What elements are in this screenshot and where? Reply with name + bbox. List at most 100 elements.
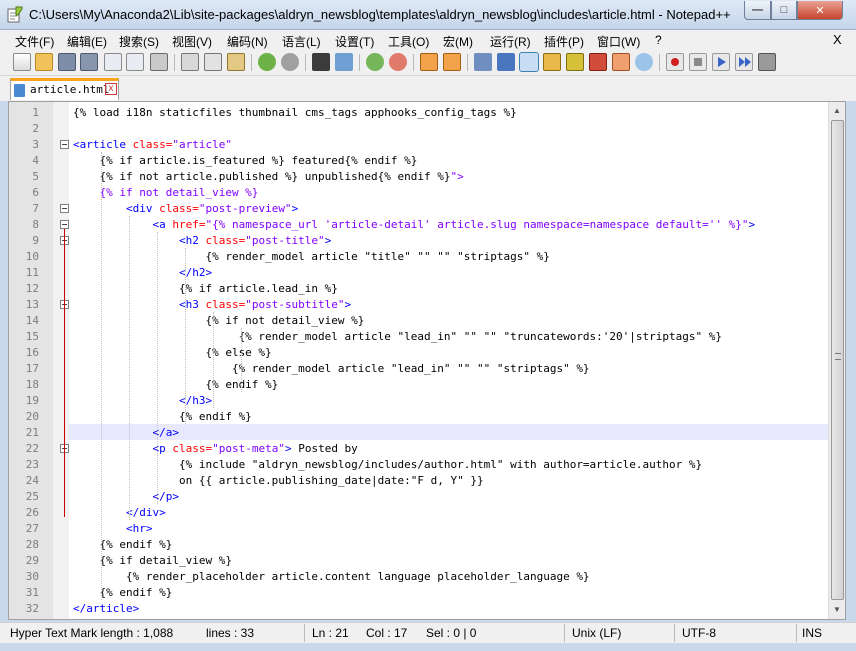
code-line[interactable]: 17 {% render_model article "lead_in" "" …	[9, 360, 845, 376]
code-line[interactable]: 18 {% endif %}	[9, 376, 845, 392]
minimize-button[interactable]: —	[744, 1, 771, 20]
scroll-up-icon[interactable]: ▲	[831, 104, 843, 118]
monitor-icon[interactable]	[635, 53, 653, 71]
line-number: 9	[32, 234, 39, 247]
code-line[interactable]: 23 {% include "aldryn_newsblog/includes/…	[9, 456, 845, 472]
code-line[interactable]: 28 {% endif %}	[9, 536, 845, 552]
line-number: 11	[25, 266, 39, 279]
vertical-scrollbar[interactable]: ▲ ▼	[828, 102, 845, 619]
indent-guide-icon[interactable]	[519, 52, 539, 72]
menu-encoding[interactable]: 编码(N)	[227, 33, 268, 50]
code-line[interactable]: 8 <a href="{% namespace_url 'article-det…	[9, 216, 845, 232]
zoom-out-icon[interactable]	[389, 53, 407, 71]
menu-edit[interactable]: 编辑(E)	[67, 33, 107, 50]
open-file-icon[interactable]	[35, 53, 53, 71]
new-file-icon[interactable]	[13, 53, 31, 71]
code-line[interactable]: 16 {% else %}	[9, 344, 845, 360]
cut-icon[interactable]	[181, 53, 199, 71]
menu-file[interactable]: 文件(F)	[15, 33, 54, 50]
code-line[interactable]: 12 {% if article.lead_in %}	[9, 280, 845, 296]
print-icon[interactable]	[150, 53, 168, 71]
code-line[interactable]: 9 <h2 class="post-title">	[9, 232, 845, 248]
code-line[interactable]: 14 {% if not detail_view %}	[9, 312, 845, 328]
status-mode[interactable]: INS	[802, 626, 822, 640]
menu-language[interactable]: 语言(L)	[282, 33, 321, 50]
close-file-icon[interactable]	[104, 53, 122, 71]
zoom-in-icon[interactable]	[366, 53, 384, 71]
code-line[interactable]: 3 <article class="article"	[9, 136, 845, 152]
tab-label: article.html	[30, 83, 110, 96]
status-encoding[interactable]: UTF-8	[682, 626, 716, 640]
line-content: {% endif %}	[73, 410, 252, 423]
sync-vertical-icon[interactable]	[420, 53, 438, 71]
code-line[interactable]: 11 </h2>	[9, 264, 845, 280]
menu-search[interactable]: 搜索(S)	[119, 33, 159, 50]
code-line[interactable]: 13 <h3 class="post-subtitle">	[9, 296, 845, 312]
code-line[interactable]: 10 {% render_model article "title" "" ""…	[9, 248, 845, 264]
menu-run[interactable]: 运行(R)	[490, 33, 531, 50]
save-all-icon[interactable]	[80, 53, 98, 71]
code-line[interactable]: 25 </p>	[9, 488, 845, 504]
replace-icon[interactable]	[335, 53, 353, 71]
user-define-lang-icon[interactable]	[543, 53, 561, 71]
code-line[interactable]: 21 </a>	[9, 424, 845, 440]
menu-plugins[interactable]: 插件(P)	[544, 33, 584, 50]
menu-help[interactable]: ?	[655, 33, 662, 47]
scroll-down-icon[interactable]: ▼	[831, 603, 843, 617]
scroll-thumb[interactable]	[831, 120, 844, 600]
code-token: <div	[73, 202, 160, 215]
menu-tools[interactable]: 工具(O)	[388, 33, 429, 50]
save-macro-icon[interactable]	[758, 53, 776, 71]
code-line[interactable]: 29 {% if detail_view %}	[9, 552, 845, 568]
menu-macro[interactable]: 宏(M)	[443, 33, 473, 50]
code-line[interactable]: 27 <hr>	[9, 520, 845, 536]
tab-close-button[interactable]: x	[105, 83, 117, 95]
sync-horizontal-icon[interactable]	[443, 53, 461, 71]
run-macro-multiple-icon[interactable]	[735, 53, 753, 71]
stop-record-icon[interactable]	[689, 53, 707, 71]
toolbar-separator	[413, 54, 414, 71]
code-line[interactable]: 31 {% endif %}	[9, 584, 845, 600]
code-line[interactable]: 22 <p class="post-meta"> Posted by	[9, 440, 845, 456]
redo-icon[interactable]	[281, 53, 299, 71]
code-line[interactable]: 19 </h3>	[9, 392, 845, 408]
code-line[interactable]: 32 </article>	[9, 600, 845, 616]
find-icon[interactable]	[312, 53, 330, 71]
paste-icon[interactable]	[227, 53, 245, 71]
save-icon[interactable]	[58, 53, 76, 71]
code-line[interactable]: 5 {% if not article.published %} unpubli…	[9, 168, 845, 184]
function-list-icon[interactable]	[589, 53, 607, 71]
copy-icon[interactable]	[204, 53, 222, 71]
show-all-chars-icon[interactable]	[497, 53, 515, 71]
play-macro-icon[interactable]	[712, 53, 730, 71]
code-token: >	[324, 234, 332, 247]
code-line[interactable]: 4 {% if article.is_featured %} featured{…	[9, 152, 845, 168]
record-macro-icon[interactable]	[666, 53, 684, 71]
code-line[interactable]: 6 {% if not detail_view %}	[9, 184, 845, 200]
menu-settings[interactable]: 设置(T)	[335, 33, 374, 50]
close-document-button[interactable]: X	[833, 32, 842, 47]
doc-map-icon[interactable]	[566, 53, 584, 71]
code-line[interactable]: 20 {% endif %}	[9, 408, 845, 424]
maximize-button[interactable]: □	[771, 1, 797, 20]
tab-article-html[interactable]: article.html x	[10, 78, 119, 100]
undo-icon[interactable]	[258, 53, 276, 71]
line-content: <div class="post-preview">	[73, 202, 298, 215]
code-line[interactable]: 26 </div>	[9, 504, 845, 520]
word-wrap-icon[interactable]	[474, 53, 492, 71]
code-line[interactable]: 24 on {{ article.publishing_date|date:"F…	[9, 472, 845, 488]
code-line[interactable]: 1 {% load i18n staticfiles thumbnail cms_…	[9, 104, 845, 120]
status-separator	[304, 624, 305, 642]
code-line[interactable]: 15 {% render_model article "lead_in" "" …	[9, 328, 845, 344]
code-line[interactable]: 2	[9, 120, 845, 136]
code-editor[interactable]: 1 {% load i18n staticfiles thumbnail cms_…	[8, 101, 846, 620]
menu-view[interactable]: 视图(V)	[172, 33, 212, 50]
line-content: <h2 class="post-title">	[73, 234, 331, 247]
code-line[interactable]: 7 <div class="post-preview">	[9, 200, 845, 216]
close-window-button[interactable]: ✕	[797, 1, 843, 20]
code-line[interactable]: 30 {% render_placeholder article.content…	[9, 568, 845, 584]
folder-workspace-icon[interactable]	[612, 53, 630, 71]
menu-window[interactable]: 窗口(W)	[597, 33, 640, 50]
close-all-icon[interactable]	[126, 53, 144, 71]
status-eol[interactable]: Unix (LF)	[572, 626, 621, 640]
